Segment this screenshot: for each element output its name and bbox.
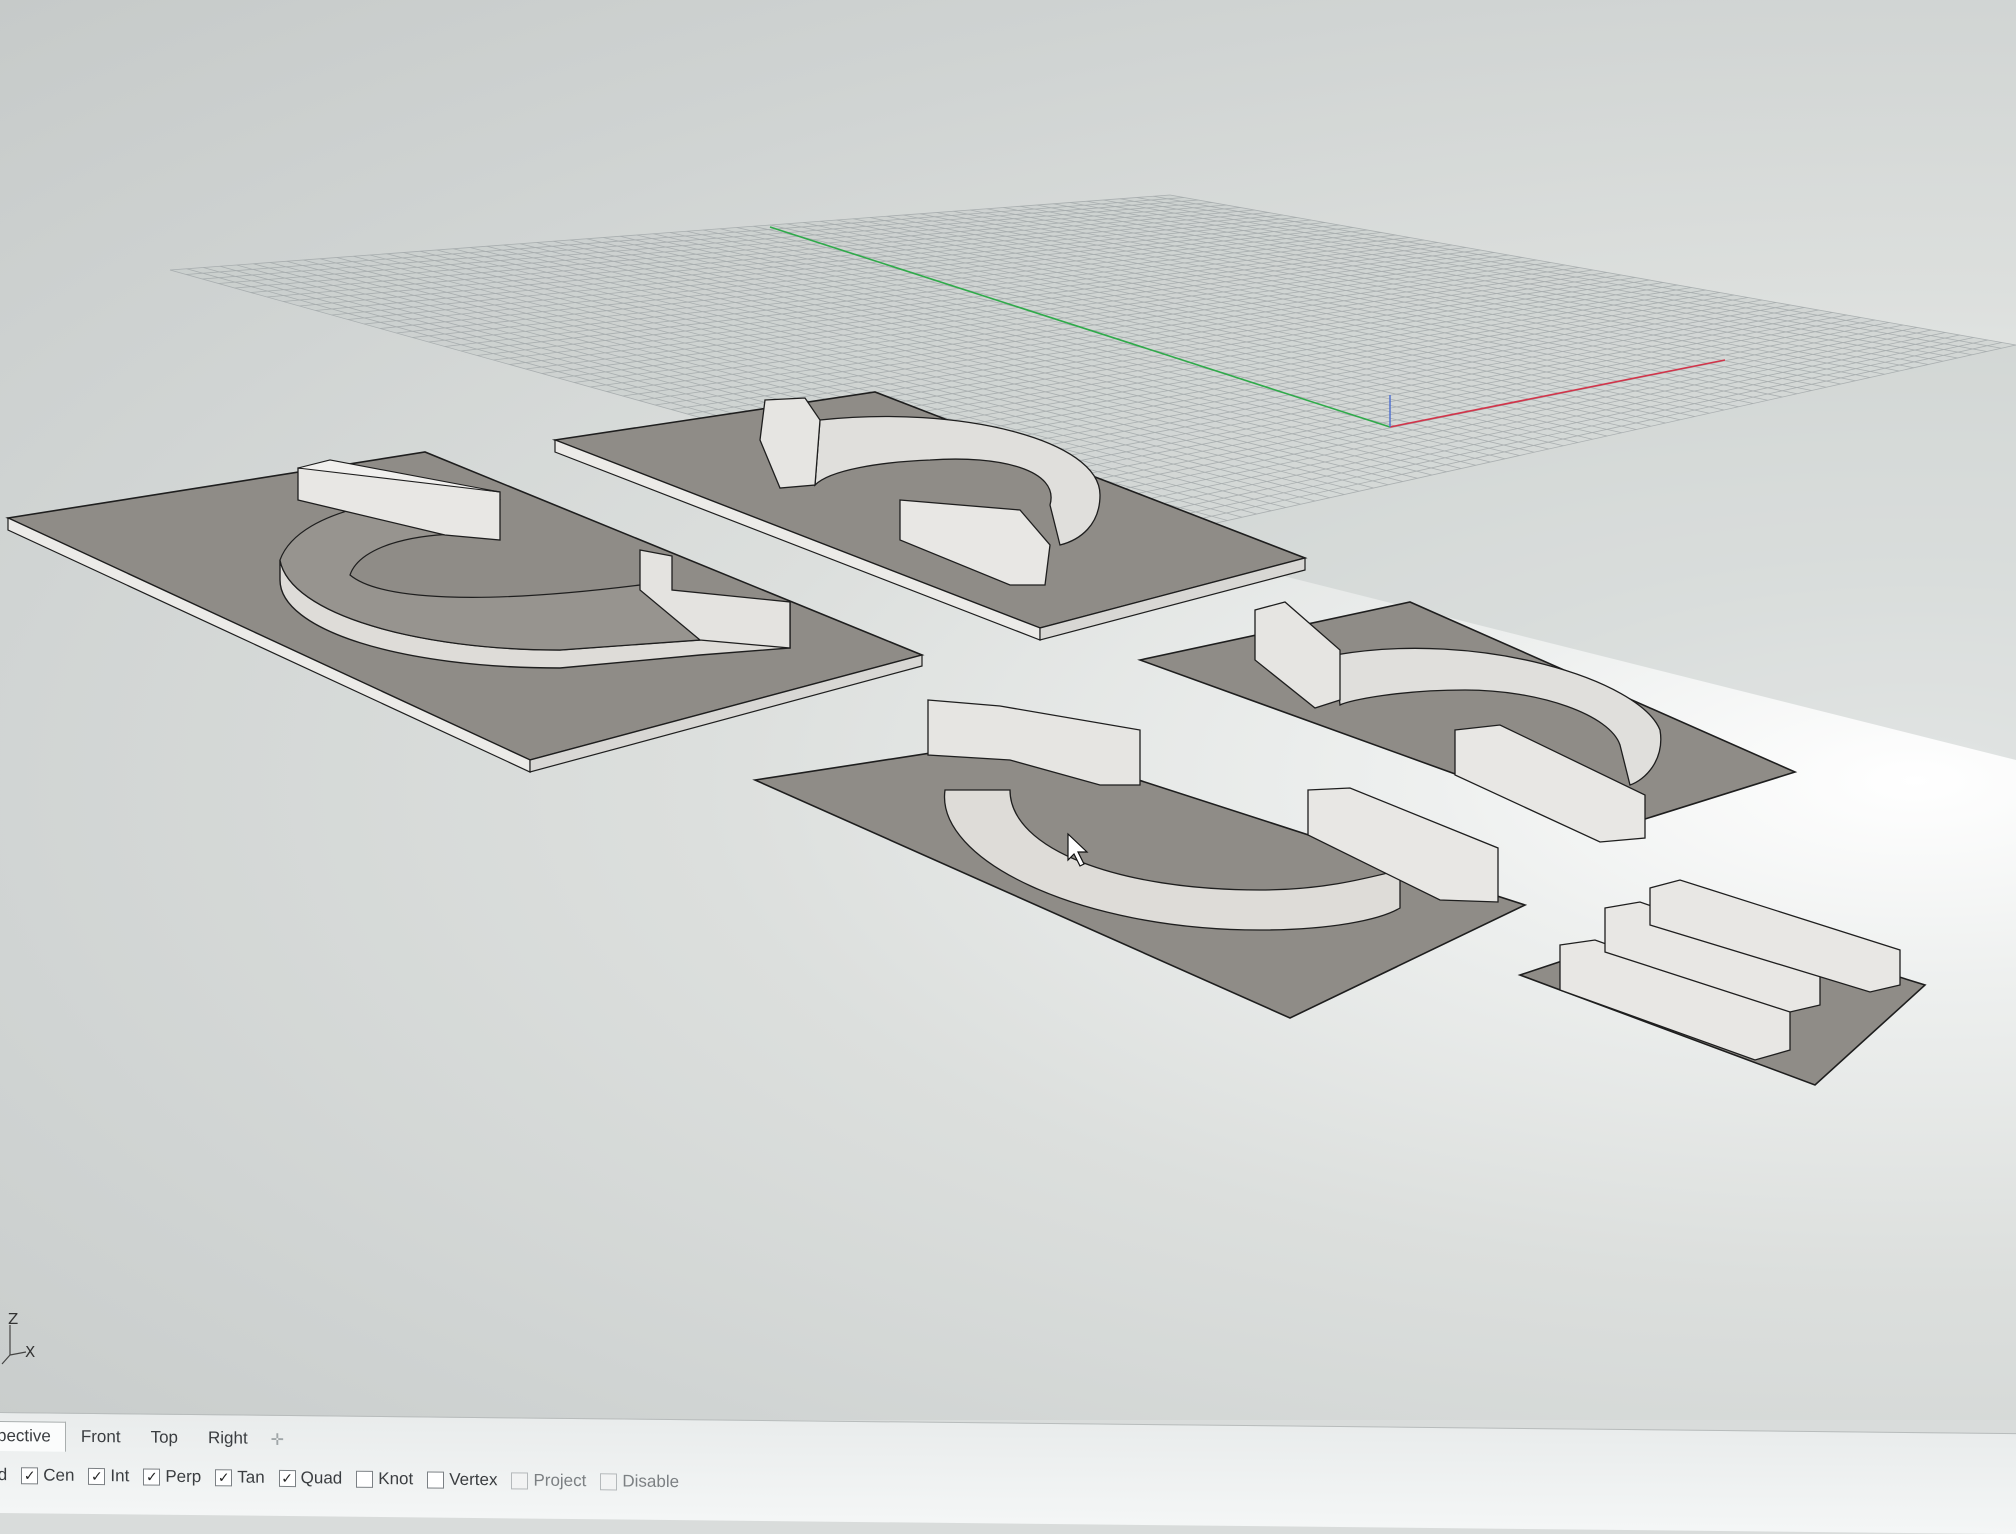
osnap-project[interactable]: Project: [511, 1470, 586, 1491]
perspective-viewport[interactable]: Z X: [0, 0, 2016, 1420]
checkbox-checked-icon[interactable]: ✓: [88, 1467, 106, 1485]
osnap-label: id: [0, 1464, 8, 1485]
osnap-label: Vertex: [449, 1469, 498, 1490]
osnap-label: Quad: [300, 1468, 343, 1488]
osnap-bar: id ✓ Cen ✓ Int ✓ Perp ✓ Tan ✓ Quad Knot …: [0, 1465, 693, 1492]
tab-perspective[interactable]: pective: [0, 1420, 66, 1452]
plus-icon: ✛: [270, 1431, 285, 1449]
osnap-int[interactable]: ✓ Int: [88, 1466, 129, 1486]
osnap-vertex[interactable]: Vertex: [427, 1469, 497, 1490]
tab-right[interactable]: Right: [193, 1423, 263, 1454]
scene-3d[interactable]: [0, 0, 2016, 1420]
osnap-label: Tan: [237, 1467, 265, 1487]
axis-x-label: X: [25, 1343, 36, 1361]
osnap-disable[interactable]: Disable: [600, 1471, 679, 1492]
osnap-cen[interactable]: ✓ Cen: [21, 1465, 74, 1486]
osnap-label: Disable: [622, 1471, 680, 1492]
osnap-label: Perp: [165, 1466, 202, 1487]
osnap-knot[interactable]: Knot: [356, 1469, 413, 1490]
checkbox-checked-icon[interactable]: ✓: [21, 1466, 39, 1484]
osnap-perp[interactable]: ✓ Perp: [143, 1467, 201, 1488]
osnap-quad[interactable]: ✓ Quad: [278, 1468, 343, 1489]
osnap-label: Project: [533, 1470, 587, 1491]
checkbox-checked-icon[interactable]: ✓: [278, 1469, 296, 1487]
checkbox-unchecked-icon[interactable]: [427, 1470, 445, 1489]
osnap-label: Int: [110, 1466, 130, 1486]
viewport-tabs: pective Front Top Right ✛: [0, 1420, 292, 1454]
osnap-grid[interactable]: id: [0, 1465, 7, 1485]
checkbox-checked-icon[interactable]: ✓: [215, 1468, 233, 1486]
tab-front[interactable]: Front: [66, 1422, 136, 1453]
checkbox-unchecked-icon[interactable]: [511, 1471, 529, 1490]
checkbox-unchecked-icon[interactable]: [600, 1472, 618, 1490]
add-viewport-tab-button[interactable]: ✛: [263, 1426, 292, 1454]
axis-orientation-widget: Z X: [0, 1300, 60, 1370]
checkbox-unchecked-icon[interactable]: [356, 1470, 374, 1488]
status-bar: pective Front Top Right ✛ id ✓ Cen ✓ Int…: [0, 1412, 2016, 1534]
checkbox-checked-icon[interactable]: ✓: [143, 1468, 161, 1486]
osnap-label: Knot: [378, 1468, 414, 1489]
axis-z-label: Z: [8, 1310, 19, 1328]
osnap-label: Cen: [43, 1465, 75, 1485]
tab-top[interactable]: Top: [136, 1422, 193, 1453]
osnap-tan[interactable]: ✓ Tan: [215, 1467, 265, 1488]
part-plate-5[interactable]: [1517, 879, 1927, 1086]
